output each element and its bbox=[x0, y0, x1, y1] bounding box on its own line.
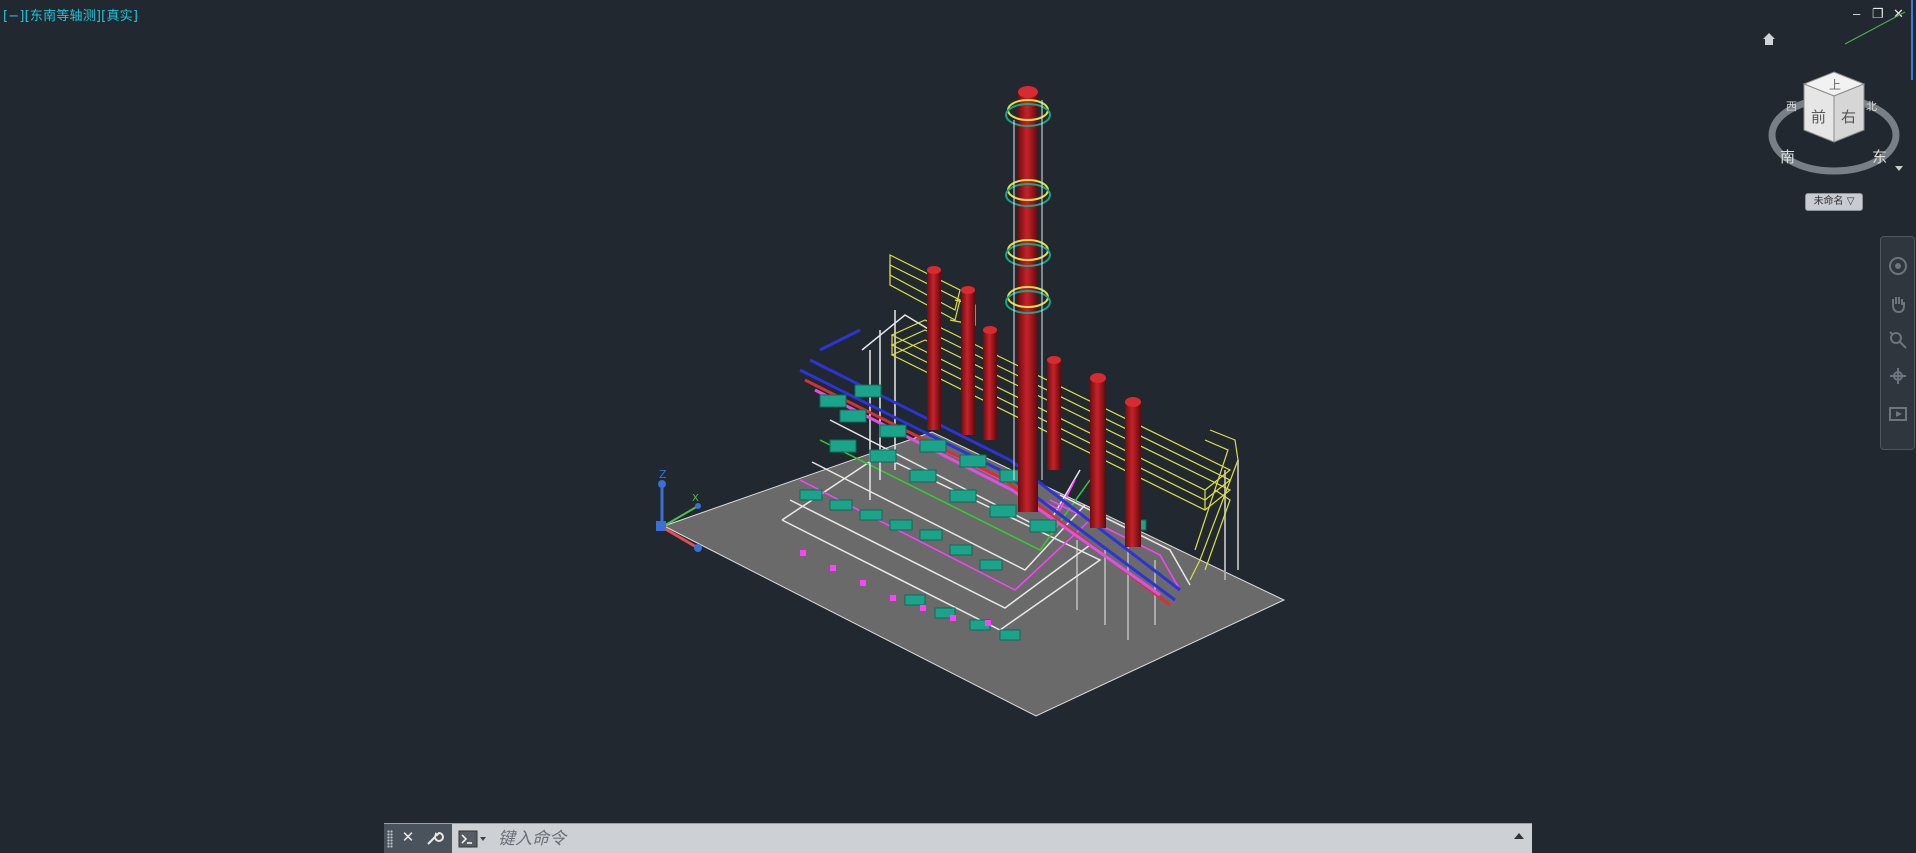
showmotion-icon[interactable] bbox=[1887, 403, 1909, 425]
command-close-button[interactable]: ✕ bbox=[398, 828, 418, 848]
viewcube-menu-icon bbox=[1895, 166, 1903, 171]
named-view-dropdown[interactable]: 未命名 ▽ bbox=[1805, 193, 1863, 211]
viewcube-right-face: 右 bbox=[1841, 108, 1856, 126]
viewcube-front-face: 前 bbox=[1811, 108, 1826, 126]
compass-east: 东 bbox=[1872, 148, 1887, 166]
viewcube[interactable]: 上 前 右 西 北 南 东 bbox=[1766, 58, 1906, 208]
grip-handle[interactable] bbox=[387, 830, 393, 848]
compass-north: 北 bbox=[1866, 100, 1877, 113]
compass-south: 南 bbox=[1780, 148, 1795, 166]
pan-hand-icon[interactable] bbox=[1887, 293, 1909, 315]
ucs-line bbox=[1844, 11, 1906, 45]
command-input[interactable] bbox=[496, 826, 1500, 852]
compass-west: 西 bbox=[1786, 100, 1797, 113]
navigation-bar bbox=[1880, 236, 1915, 450]
ground-plane bbox=[662, 431, 1286, 717]
command-line-toolbar: ✕ bbox=[384, 824, 452, 853]
distillation-column bbox=[1005, 86, 1051, 512]
home-icon[interactable] bbox=[1762, 32, 1776, 46]
steering-wheel-icon[interactable] bbox=[1887, 255, 1909, 277]
ucs-x-label: X bbox=[692, 493, 699, 504]
model-space-canvas[interactable]: Z X bbox=[0, 0, 1916, 852]
command-line: ✕ bbox=[384, 823, 1532, 853]
ucs-z-label: Z bbox=[659, 468, 667, 481]
zoom-icon[interactable] bbox=[1887, 329, 1909, 351]
orbit-icon[interactable] bbox=[1887, 365, 1909, 387]
command-prompt-icon[interactable] bbox=[458, 830, 488, 848]
history-arrow-icon[interactable] bbox=[1514, 833, 1524, 839]
viewcube-top-face: 上 bbox=[1829, 78, 1841, 92]
wrench-icon[interactable] bbox=[424, 828, 444, 848]
